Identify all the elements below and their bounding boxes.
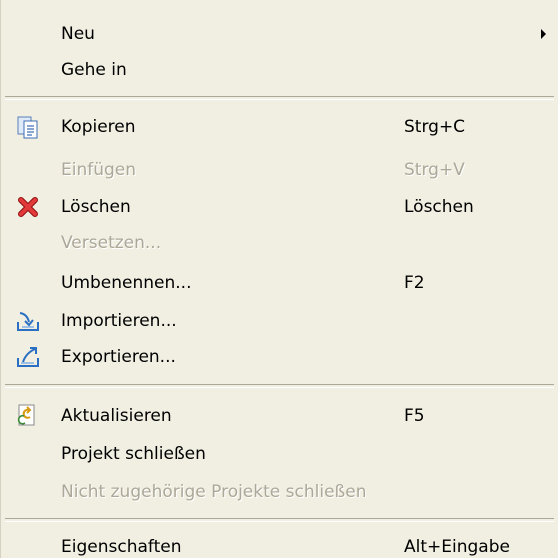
- menu-item-eigenschaften[interactable]: Eigenschaften Alt+Eingabe: [1, 530, 558, 558]
- menu-item-label: Versetzen...: [61, 233, 162, 253]
- menu-item-label: Umbenennen...: [61, 273, 192, 293]
- menu-item-importieren[interactable]: Importieren...: [1, 304, 558, 338]
- menu-item-shortcut: Alt+Eingabe: [404, 537, 510, 557]
- menu-item-label: Exportieren...: [61, 347, 176, 367]
- menu-item-label: Neu: [61, 24, 95, 44]
- menu-item-shortcut: Strg+V: [404, 160, 465, 180]
- menu-separator: [5, 96, 554, 100]
- refresh-icon: [17, 404, 35, 426]
- menu-item-label: Projekt schließen: [61, 444, 206, 464]
- menu-item-versetzen[interactable]: Versetzen...: [1, 226, 558, 260]
- menu-item-label: Importieren...: [61, 311, 177, 331]
- menu-item-label: Gehe in: [61, 60, 127, 80]
- menu-item-kopieren[interactable]: Kopieren Strg+C: [1, 110, 558, 144]
- menu-item-gehe-in[interactable]: Gehe in: [1, 53, 558, 87]
- context-menu: Neu Gehe in Kopieren Strg+C Einfügen Str…: [0, 0, 558, 558]
- menu-item-shortcut: Löschen: [404, 197, 474, 217]
- menu-item-nicht-zugehoerige-projekte-schliessen[interactable]: Nicht zugehörige Projekte schließen: [1, 475, 558, 509]
- menu-separator: [5, 518, 554, 522]
- menu-item-exportieren[interactable]: Exportieren...: [1, 340, 558, 374]
- menu-item-aktualisieren[interactable]: Aktualisieren F5: [1, 399, 558, 433]
- copy-icon: [17, 116, 38, 139]
- menu-item-label: Kopieren: [61, 117, 136, 137]
- menu-item-label: Löschen: [61, 197, 131, 217]
- delete-icon: [18, 197, 38, 217]
- menu-separator: [5, 384, 554, 388]
- menu-item-label: Eigenschaften: [61, 537, 182, 557]
- menu-item-shortcut: Strg+C: [404, 117, 466, 137]
- menu-item-shortcut: F2: [404, 273, 425, 293]
- menu-item-projekt-schliessen[interactable]: Projekt schließen: [1, 437, 558, 471]
- menu-item-label: Nicht zugehörige Projekte schließen: [61, 482, 367, 502]
- submenu-arrow-icon: [541, 29, 546, 39]
- import-icon: [17, 312, 39, 331]
- menu-item-label: Aktualisieren: [61, 406, 172, 426]
- menu-item-neu[interactable]: Neu: [1, 17, 558, 51]
- menu-item-loeschen[interactable]: Löschen Löschen: [1, 190, 558, 224]
- export-icon: [17, 347, 39, 367]
- menu-item-label: Einfügen: [61, 160, 137, 180]
- menu-item-einfuegen[interactable]: Einfügen Strg+V: [1, 153, 558, 187]
- menu-item-umbenennen[interactable]: Umbenennen... F2: [1, 266, 558, 300]
- menu-item-shortcut: F5: [404, 406, 425, 426]
